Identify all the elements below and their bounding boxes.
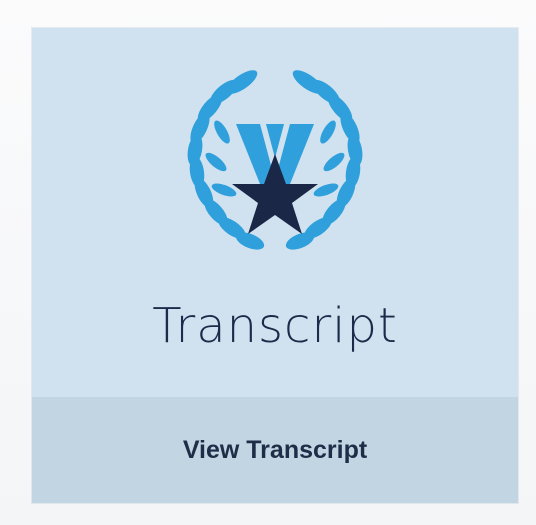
laurel-wreath-star-icon — [187, 70, 363, 250]
transcript-card[interactable]: Transcript View Transcript — [32, 28, 518, 503]
view-transcript-button[interactable]: View Transcript — [32, 397, 518, 503]
star-shape — [232, 154, 318, 234]
view-transcript-label: View Transcript — [182, 435, 368, 464]
card-title: Transcript — [152, 298, 398, 354]
